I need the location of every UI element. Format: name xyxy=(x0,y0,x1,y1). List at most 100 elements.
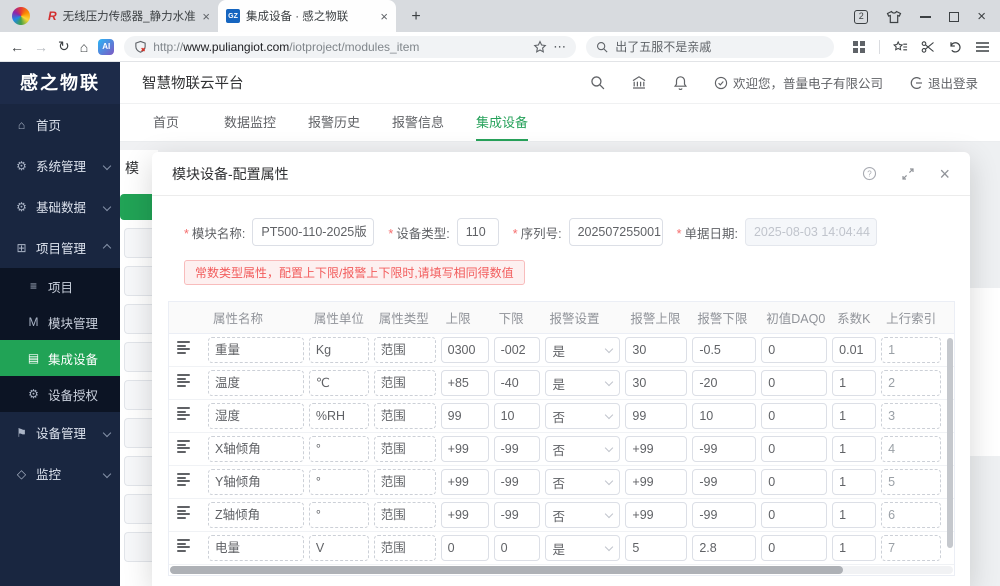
help-icon[interactable]: ? xyxy=(862,166,877,181)
alarm-upper-input[interactable]: 99 xyxy=(625,403,688,429)
page-tab-4[interactable]: 集成设备 xyxy=(474,104,530,141)
alarm-upper-input[interactable]: +99 xyxy=(625,469,688,495)
uplink-index-input[interactable]: 5 xyxy=(881,469,941,495)
prop-name-input[interactable]: 重量 xyxy=(207,337,304,363)
init-daq0-input[interactable]: 0 xyxy=(761,403,828,429)
bank-icon[interactable] xyxy=(631,75,647,90)
header-search-icon[interactable] xyxy=(590,75,605,90)
shield-warning-icon[interactable] xyxy=(134,40,147,54)
prop-unit-input[interactable]: %RH xyxy=(308,403,369,429)
coefficient-k-input[interactable]: 1 xyxy=(832,370,877,396)
init-daq0-input[interactable]: 0 xyxy=(761,502,828,528)
page-tab-2[interactable]: 报警历史 xyxy=(306,104,362,141)
coefficient-k-input[interactable]: 0.01 xyxy=(832,337,877,363)
quick-search-box[interactable]: 出了五服不是亲戚 xyxy=(586,35,835,58)
minimize-button[interactable] xyxy=(920,16,932,18)
forward-icon[interactable]: → xyxy=(34,39,48,55)
skin-shirt-icon[interactable] xyxy=(886,10,902,24)
tab2-close-icon[interactable]: × xyxy=(380,9,388,24)
init-daq0-input[interactable]: 0 xyxy=(761,337,828,363)
logout-button[interactable]: 退出登录 xyxy=(909,73,978,92)
prop-type-input[interactable]: 范围 xyxy=(373,337,436,363)
alarm-upper-input[interactable]: 30 xyxy=(625,370,688,396)
upper-limit-input[interactable]: 99 xyxy=(440,403,489,429)
init-daq0-input[interactable]: 0 xyxy=(761,535,828,561)
coefficient-k-input[interactable]: 1 xyxy=(832,535,877,561)
prop-unit-input[interactable]: Kg xyxy=(308,337,369,363)
uplink-index-input[interactable]: 2 xyxy=(881,370,941,396)
sidebar-item-3[interactable]: ⊞ 项目管理 xyxy=(0,227,120,268)
prop-name-input[interactable]: X轴倾角 xyxy=(207,436,304,462)
alarm-upper-input[interactable]: +99 xyxy=(625,436,688,462)
ai-assistant-icon[interactable]: AI xyxy=(98,38,115,55)
alarm-upper-input[interactable]: 5 xyxy=(625,535,688,561)
coefficient-k-input[interactable]: 1 xyxy=(832,436,877,462)
prop-type-input[interactable]: 范围 xyxy=(373,403,436,429)
drag-handle-icon[interactable] xyxy=(177,472,190,488)
module-name-input[interactable]: PT500-110-2025版 xyxy=(252,218,375,246)
init-daq0-input[interactable]: 0 xyxy=(761,469,828,495)
upper-limit-input[interactable]: +85 xyxy=(440,370,489,396)
favorites-star-icon[interactable] xyxy=(893,40,908,54)
drag-handle-icon[interactable] xyxy=(177,340,190,356)
tab1-close-icon[interactable]: × xyxy=(202,9,210,24)
prop-name-input[interactable]: Z轴倾角 xyxy=(207,502,304,528)
lower-limit-input[interactable]: 0 xyxy=(493,535,540,561)
prop-type-input[interactable]: 范围 xyxy=(373,469,436,495)
alarm-setting-select[interactable]: 否 xyxy=(544,502,621,528)
sidebar-item-6[interactable]: ▤ 集成设备 xyxy=(0,340,120,376)
drag-handle-icon[interactable] xyxy=(177,373,190,389)
sidebar-item-7[interactable]: ⚙ 设备授权 xyxy=(0,376,120,412)
drag-handle-icon[interactable] xyxy=(177,439,190,455)
sidebar-item-0[interactable]: ⌂ 首页 xyxy=(0,104,120,145)
reload-icon[interactable]: ↻ xyxy=(58,38,70,55)
horizontal-scrollbar[interactable] xyxy=(170,566,953,574)
sidebar-item-1[interactable]: ⚙ 系统管理 xyxy=(0,145,120,186)
sidebar-item-9[interactable]: ◇ 监控 xyxy=(0,453,120,494)
prop-type-input[interactable]: 范围 xyxy=(373,436,436,462)
home-icon[interactable]: ⌂ xyxy=(80,39,88,55)
alarm-setting-select[interactable]: 否 xyxy=(544,403,621,429)
url-text[interactable]: http://www.puliangiot.com/iotproject/mod… xyxy=(153,40,527,54)
lower-limit-input[interactable]: 10 xyxy=(493,403,540,429)
alarm-upper-input[interactable]: +99 xyxy=(625,502,688,528)
address-bar[interactable]: http://www.puliangiot.com/iotproject/mod… xyxy=(124,35,577,58)
coefficient-k-input[interactable]: 1 xyxy=(832,502,877,528)
alarm-lower-input[interactable]: -99 xyxy=(692,469,757,495)
drag-handle-icon[interactable] xyxy=(177,538,190,554)
modal-close-icon[interactable]: × xyxy=(939,165,950,183)
lower-limit-input[interactable]: -002 xyxy=(493,337,540,363)
page-tab-1[interactable]: 数据监控 xyxy=(222,104,278,141)
uplink-index-input[interactable]: 6 xyxy=(881,502,941,528)
browser-tab-1[interactable]: R 无线压力传感器_静力水准仪_ × xyxy=(40,0,218,32)
prop-name-input[interactable]: 湿度 xyxy=(207,403,304,429)
lower-limit-input[interactable]: -99 xyxy=(493,469,540,495)
bookmark-star-icon[interactable] xyxy=(533,39,547,54)
prop-unit-input[interactable]: ° xyxy=(308,436,369,462)
prop-type-input[interactable]: 范围 xyxy=(373,535,436,561)
apps-grid-icon[interactable] xyxy=(852,40,866,54)
upper-limit-input[interactable]: 0 xyxy=(440,535,489,561)
alarm-lower-input[interactable]: 10 xyxy=(692,403,757,429)
browser-tab-2-active[interactable]: GZ 集成设备 · 感之物联 × xyxy=(218,0,396,32)
lower-limit-input[interactable]: -99 xyxy=(493,436,540,462)
prop-type-input[interactable]: 范围 xyxy=(373,502,436,528)
coefficient-k-input[interactable]: 1 xyxy=(832,469,877,495)
uplink-index-input[interactable]: 1 xyxy=(881,337,941,363)
device-type-input[interactable]: 110 xyxy=(456,218,499,246)
upper-limit-input[interactable]: 0300 xyxy=(440,337,489,363)
uplink-index-input[interactable]: 3 xyxy=(881,403,941,429)
prop-unit-input[interactable]: ℃ xyxy=(308,370,369,396)
sidebar-item-8[interactable]: ⚑ 设备管理 xyxy=(0,412,120,453)
sidebar-item-5[interactable]: M 模块管理 xyxy=(0,304,120,340)
menu-icon[interactable] xyxy=(975,41,990,53)
prop-name-input[interactable]: 电量 xyxy=(207,535,304,561)
alarm-lower-input[interactable]: -99 xyxy=(692,436,757,462)
prop-unit-input[interactable]: ° xyxy=(308,469,369,495)
browser-logo-icon[interactable] xyxy=(12,7,30,25)
init-daq0-input[interactable]: 0 xyxy=(761,370,828,396)
alarm-lower-input[interactable]: -0.5 xyxy=(692,337,757,363)
back-icon[interactable]: ← xyxy=(10,39,24,55)
prop-unit-input[interactable]: ° xyxy=(308,502,369,528)
horizontal-scrollbar-thumb[interactable] xyxy=(170,566,844,574)
